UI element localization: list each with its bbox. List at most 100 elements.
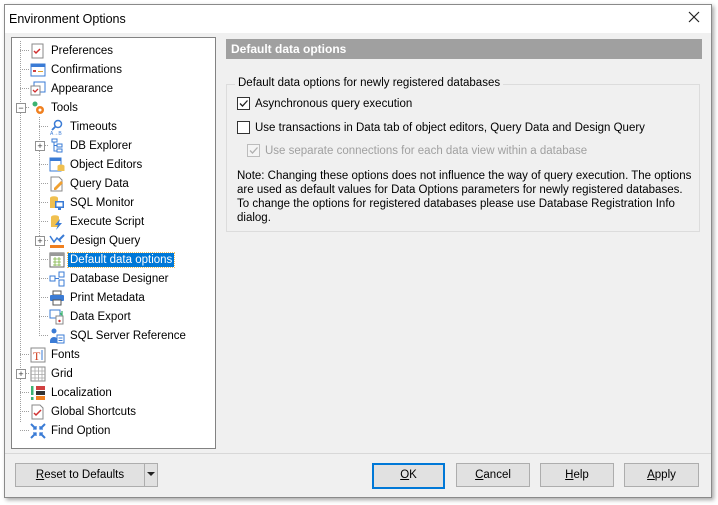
- tools-gear-icon: [30, 100, 46, 116]
- fonts-icon: T: [30, 347, 46, 363]
- tree-guide-line: [20, 430, 29, 431]
- button-label: eset to Defaults: [44, 469, 125, 481]
- async-query-checkbox[interactable]: Asynchronous query execution: [237, 97, 412, 110]
- ok-button[interactable]: OK: [372, 463, 445, 489]
- timeouts-icon: A→B: [49, 119, 65, 137]
- tree-item-design-query[interactable]: Design Query: [49, 231, 142, 250]
- mnemonic: A: [647, 469, 655, 481]
- tree-guide-line: [20, 88, 29, 89]
- tree-item-label: Global Shortcuts: [51, 405, 137, 418]
- tree-item-db-explorer[interactable]: DB Explorer: [49, 136, 134, 155]
- tree-guide-line: [39, 259, 48, 260]
- tree-guide-line: [20, 50, 29, 51]
- chevron-down-icon: [147, 472, 155, 476]
- tree-guide-line: [20, 392, 29, 393]
- preferences-icon: [30, 43, 46, 59]
- collapse-toggle[interactable]: −: [16, 103, 26, 113]
- tree-guide-line: [39, 335, 48, 336]
- tree-item-label: DB Explorer: [70, 139, 132, 152]
- checkbox-box[interactable]: [237, 97, 250, 110]
- default-data-options-group: Default data options for newly registere…: [226, 77, 700, 232]
- tree-item-label: Appearance: [51, 82, 114, 95]
- tree-item-label: Confirmations: [51, 63, 122, 76]
- tree-item-label: Design Query: [70, 234, 141, 247]
- checkbox-label: Asynchronous query execution: [255, 97, 413, 110]
- tree-guide-line: [39, 221, 48, 222]
- tree-guide-line: [39, 316, 48, 317]
- help-button[interactable]: Help: [540, 463, 614, 487]
- tree-item-tools[interactable]: Tools: [30, 98, 80, 117]
- tree-guide-line: [20, 41, 21, 422]
- footer-divider: [5, 453, 711, 454]
- tree-item-grid[interactable]: Grid: [30, 364, 75, 383]
- tree-item-query-data[interactable]: Query Data: [49, 174, 131, 193]
- tree-guide-line: [20, 354, 29, 355]
- note-text: Note: Changing these options does not in…: [237, 170, 692, 224]
- tree-item-label: Localization: [51, 386, 112, 399]
- svg-text:A→B: A→B: [50, 131, 62, 135]
- button-label: ancel: [483, 469, 511, 481]
- sql-server-reference-icon: [49, 328, 65, 344]
- tree-item-appearance[interactable]: Appearance: [30, 79, 115, 98]
- tree-item-database-designer[interactable]: Database Designer: [49, 269, 170, 288]
- global-shortcuts-icon: [30, 404, 46, 420]
- expand-toggle[interactable]: +: [35, 236, 45, 246]
- tree-item-default-data-options[interactable]: Default data options: [49, 250, 176, 269]
- tree-item-sql-monitor[interactable]: SQL Monitor: [49, 193, 136, 212]
- reset-dropdown-button[interactable]: [144, 463, 158, 487]
- find-option-icon: [30, 422, 46, 439]
- expand-toggle[interactable]: +: [35, 141, 45, 151]
- use-transactions-checkbox[interactable]: Use transactions in Data tab of object e…: [237, 121, 645, 134]
- database-designer-icon: [49, 271, 65, 287]
- tree-item-find-option[interactable]: Find Option: [30, 421, 112, 440]
- mnemonic: O: [400, 469, 410, 481]
- tree-item-global-shortcuts[interactable]: Global Shortcuts: [30, 402, 138, 421]
- mnemonic: R: [35, 469, 45, 481]
- checkbox-label: Use transactions in Data tab of object e…: [255, 121, 645, 134]
- tree-item-data-export[interactable]: Data Export: [49, 307, 133, 326]
- environment-options-dialog: Environment Options Preferences Confirmat…: [4, 4, 712, 498]
- tree-item-print-metadata[interactable]: Print Metadata: [49, 288, 147, 307]
- appearance-icon: [30, 81, 46, 97]
- button-label: elp: [573, 469, 589, 481]
- tree-guide-line: [39, 183, 48, 184]
- title-bar: Environment Options: [5, 5, 711, 33]
- window-title: Environment Options: [9, 12, 126, 26]
- tree-item-timeouts[interactable]: A→B Timeouts: [49, 117, 119, 137]
- tree-item-label: Execute Script: [70, 215, 145, 228]
- separate-connections-checkbox: Use separate connections for each data v…: [247, 144, 587, 157]
- tree-item-fonts[interactable]: T Fonts: [30, 345, 82, 364]
- tree-item-label: Grid: [51, 367, 73, 380]
- group-label: Default data options for newly registere…: [235, 77, 504, 89]
- checkbox-box[interactable]: [237, 121, 250, 134]
- default-data-options-icon: [49, 252, 65, 268]
- data-export-icon: [49, 309, 65, 325]
- reset-to-defaults-button[interactable]: Reset to Defaults: [15, 463, 145, 487]
- tree-item-label: Database Designer: [70, 272, 169, 285]
- tree-item-label: SQL Server Reference: [70, 329, 186, 342]
- tree-item-label: Timeouts: [70, 120, 117, 133]
- button-label: pply: [654, 469, 676, 481]
- sql-monitor-icon: [49, 195, 65, 211]
- query-data-icon: [49, 176, 65, 192]
- cancel-button[interactable]: Cancel: [456, 463, 530, 487]
- tree-item-object-editors[interactable]: Object Editors: [49, 155, 144, 174]
- tree-item-confirmations[interactable]: Confirmations: [30, 60, 124, 79]
- tree-item-preferences[interactable]: Preferences: [30, 41, 115, 60]
- tree-item-label: Fonts: [51, 348, 80, 361]
- tree-guide-line: [39, 164, 48, 165]
- tree-item-label: Tools: [51, 101, 78, 114]
- apply-button[interactable]: Apply: [624, 463, 699, 487]
- expand-toggle[interactable]: +: [16, 369, 26, 379]
- options-tree[interactable]: Preferences Confirmations Appearance − Tools…: [11, 37, 216, 449]
- tree-item-localization[interactable]: Localization: [30, 383, 114, 402]
- tree-item-label: SQL Monitor: [70, 196, 135, 209]
- tree-guide-line: [39, 297, 48, 298]
- tree-item-label: Preferences: [51, 44, 114, 57]
- tree-item-label: Find Option: [51, 424, 111, 437]
- tree-item-label: Object Editors: [70, 158, 143, 171]
- grid-icon: [30, 366, 46, 382]
- tree-item-execute-script[interactable]: Execute Script: [49, 212, 146, 231]
- close-icon[interactable]: [683, 9, 705, 29]
- tree-item-sql-server-reference[interactable]: SQL Server Reference: [49, 326, 188, 345]
